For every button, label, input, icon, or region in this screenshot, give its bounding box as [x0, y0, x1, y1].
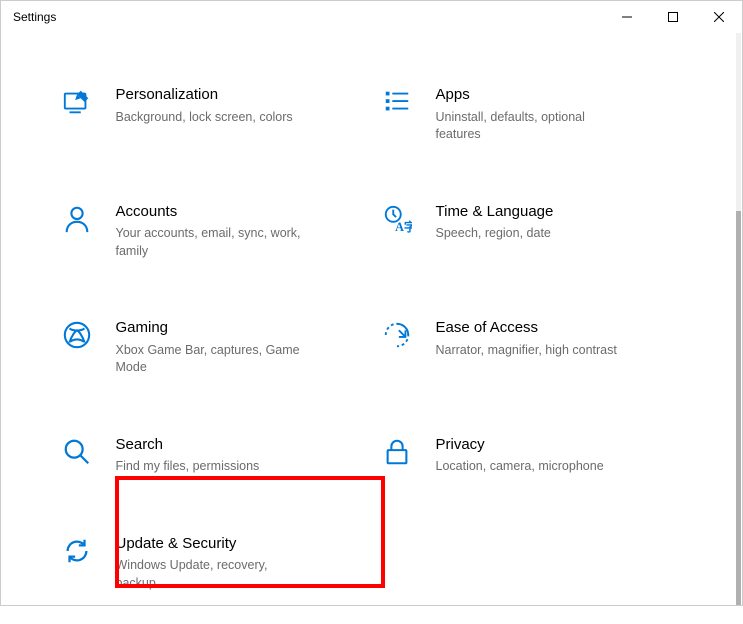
tile-search[interactable]: Search Find my files, permissions	[52, 431, 372, 484]
titlebar: Settings	[1, 1, 742, 33]
settings-grid: Personalization Background, lock screen,…	[52, 33, 692, 624]
titlebar-controls	[604, 1, 742, 33]
privacy-icon	[380, 437, 414, 467]
close-button[interactable]	[696, 1, 742, 33]
tile-apps[interactable]: Apps Uninstall, defaults, optional featu…	[372, 81, 692, 152]
tile-desc: Uninstall, defaults, optional features	[436, 109, 626, 144]
tile-desc: Narrator, magnifier, high contrast	[436, 342, 617, 360]
maximize-icon	[668, 12, 678, 22]
close-icon	[714, 12, 724, 22]
apps-icon	[380, 87, 414, 117]
tile-title: Search	[116, 435, 260, 455]
tile-personalization[interactable]: Personalization Background, lock screen,…	[52, 81, 372, 152]
search-icon	[60, 437, 94, 467]
personalization-icon	[60, 87, 94, 117]
tile-title: Update & Security	[116, 534, 306, 554]
tile-title: Ease of Access	[436, 318, 617, 338]
tile-desc: Windows Update, recovery, backup	[116, 557, 306, 592]
time-language-icon: A字	[380, 204, 414, 234]
tile-title: Personalization	[116, 85, 293, 105]
tile-title: Time & Language	[436, 202, 554, 222]
tile-desc: Find my files, permissions	[116, 458, 260, 476]
minimize-button[interactable]	[604, 1, 650, 33]
tile-desc: Location, camera, microphone	[436, 458, 604, 476]
minimize-icon	[622, 12, 632, 22]
tile-ease-of-access[interactable]: Ease of Access Narrator, magnifier, high…	[372, 314, 692, 385]
gaming-icon	[60, 320, 94, 350]
tile-gaming[interactable]: Gaming Xbox Game Bar, captures, Game Mod…	[52, 314, 372, 385]
ease-of-access-icon	[380, 320, 414, 350]
svg-text:A字: A字	[395, 219, 412, 234]
tile-accounts[interactable]: Accounts Your accounts, email, sync, wor…	[52, 198, 372, 269]
tile-update-security[interactable]: Update & Security Windows Update, recove…	[52, 530, 372, 601]
tile-privacy[interactable]: Privacy Location, camera, microphone	[372, 431, 692, 484]
tile-title: Accounts	[116, 202, 306, 222]
scrollbar-thumb[interactable]	[736, 211, 741, 605]
tile-desc: Your accounts, email, sync, work, family	[116, 225, 306, 260]
tile-title: Gaming	[116, 318, 306, 338]
tile-time-language[interactable]: A字 Time & Language Speech, region, date	[372, 198, 692, 269]
tile-desc: Xbox Game Bar, captures, Game Mode	[116, 342, 306, 377]
accounts-icon	[60, 204, 94, 234]
maximize-button[interactable]	[650, 1, 696, 33]
update-security-icon	[60, 536, 94, 566]
window-title: Settings	[13, 10, 56, 24]
tile-title: Privacy	[436, 435, 604, 455]
tile-desc: Background, lock screen, colors	[116, 109, 293, 127]
tile-title: Apps	[436, 85, 626, 105]
tile-desc: Speech, region, date	[436, 225, 554, 243]
